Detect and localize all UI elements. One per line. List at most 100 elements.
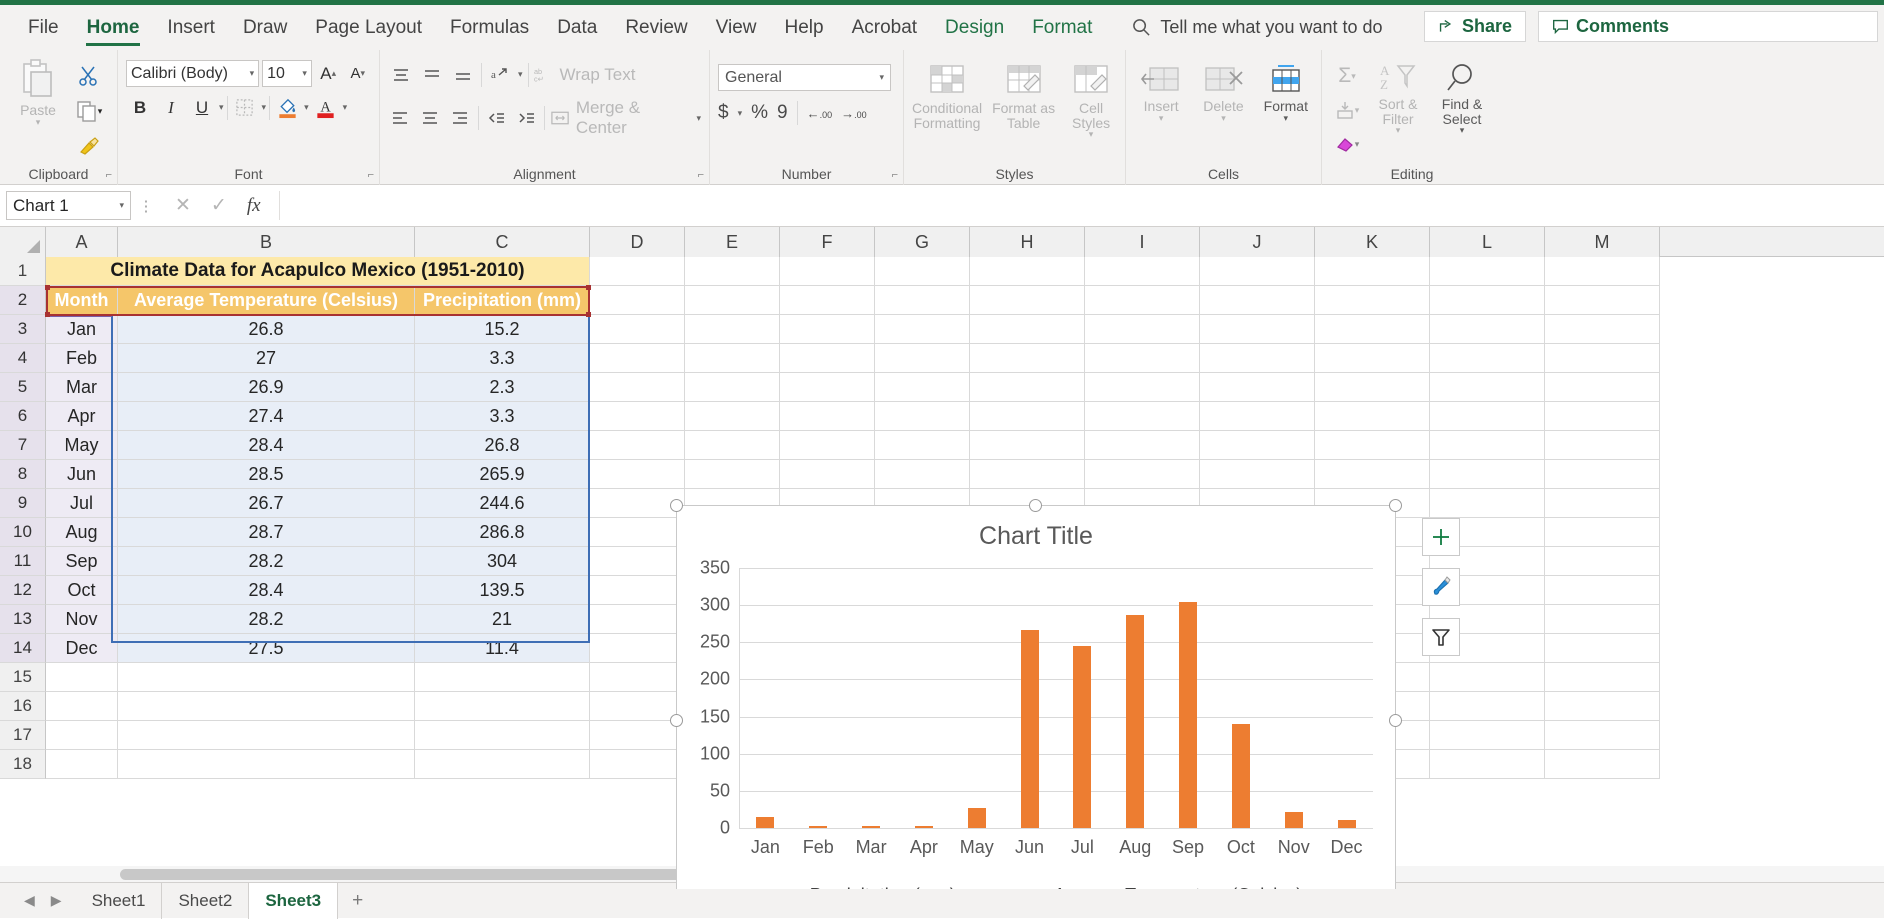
row-header-5[interactable]: 5 — [0, 373, 46, 402]
cell-I2[interactable] — [1085, 286, 1200, 315]
cell-I5[interactable] — [1085, 373, 1200, 402]
legend-item-precipitation[interactable]: Precipitation (mm) — [770, 885, 956, 889]
cell-A17[interactable] — [46, 721, 118, 750]
column-header-C[interactable]: C — [415, 227, 590, 257]
cell-C17[interactable] — [415, 721, 590, 750]
chart-handle-top-right[interactable] — [1389, 499, 1402, 512]
chart-styles-button[interactable] — [1422, 568, 1460, 606]
cell-H1[interactable] — [970, 257, 1085, 286]
cell-M10[interactable] — [1545, 518, 1660, 547]
cell-C2-header-precip[interactable]: Precipitation (mm) — [415, 286, 590, 315]
ribbon-tab-formulas[interactable]: Formulas — [436, 5, 543, 50]
cell-H5[interactable] — [970, 373, 1085, 402]
chart-object[interactable]: Chart Title 350 300 250 200 150 100 50 0… — [676, 505, 1396, 889]
bold-button[interactable]: B — [126, 94, 154, 121]
cell-C8[interactable]: 265.9 — [415, 460, 590, 489]
cell-B13[interactable]: 28.2 — [118, 605, 415, 634]
cell-B4[interactable]: 27 — [118, 344, 415, 373]
cell-D1[interactable] — [590, 257, 685, 286]
sort-filter-button[interactable]: A Z Sort & Filter ▾ — [1368, 60, 1428, 133]
cell-K6[interactable] — [1315, 402, 1430, 431]
font-name-combo[interactable]: Calibri (Body) ▾ — [126, 60, 259, 87]
chevron-down-icon[interactable]: ▾ — [343, 102, 348, 113]
fill-color-button[interactable] — [273, 94, 301, 121]
cell-A1-title[interactable]: Climate Data for Acapulco Mexico (1951-2… — [46, 257, 590, 286]
cell-D17[interactable] — [590, 721, 685, 750]
chart-handle-top-center[interactable] — [1029, 499, 1042, 512]
cell-K7[interactable] — [1315, 431, 1430, 460]
cell-A4[interactable]: Feb — [46, 344, 118, 373]
ribbon-tab-insert[interactable]: Insert — [153, 5, 229, 50]
cell-J8[interactable] — [1200, 460, 1315, 489]
cell-M1[interactable] — [1545, 257, 1660, 286]
cell-B5[interactable]: 26.9 — [118, 373, 415, 402]
cell-M15[interactable] — [1545, 663, 1660, 692]
cell-M2[interactable] — [1545, 286, 1660, 315]
name-box[interactable]: Chart 1 ▾ — [6, 191, 131, 220]
row-header-1[interactable]: 1 — [0, 257, 46, 286]
row-header-17[interactable]: 17 — [0, 721, 46, 750]
row-header-10[interactable]: 10 — [0, 518, 46, 547]
find-select-button[interactable]: Find & Select ▾ — [1432, 60, 1492, 133]
cell-C7[interactable]: 26.8 — [415, 431, 590, 460]
cell-K8[interactable] — [1315, 460, 1430, 489]
cell-M16[interactable] — [1545, 692, 1660, 721]
cell-E6[interactable] — [685, 402, 780, 431]
row-header-6[interactable]: 6 — [0, 402, 46, 431]
cell-M14[interactable] — [1545, 634, 1660, 663]
autosum-button[interactable]: Σ▾ — [1330, 60, 1364, 92]
cell-G2[interactable] — [875, 286, 970, 315]
cell-L9[interactable] — [1430, 489, 1545, 518]
cell-D18[interactable] — [590, 750, 685, 779]
cell-D8[interactable] — [590, 460, 685, 489]
cell-I4[interactable] — [1085, 344, 1200, 373]
cell-E4[interactable] — [685, 344, 780, 373]
column-header-B[interactable]: B — [118, 227, 415, 257]
cell-B17[interactable] — [118, 721, 415, 750]
column-header-I[interactable]: I — [1085, 227, 1200, 257]
cell-I3[interactable] — [1085, 315, 1200, 344]
align-middle-button[interactable] — [419, 62, 445, 87]
align-bottom-button[interactable] — [450, 62, 476, 87]
format-cells-button[interactable]: Format ▾ — [1259, 62, 1313, 121]
cancel-formula-button[interactable]: ✕ — [175, 194, 191, 217]
increase-decimal-button[interactable]: ←.00 — [807, 106, 833, 121]
row-header-7[interactable]: 7 — [0, 431, 46, 460]
cut-button[interactable] — [72, 60, 106, 92]
sheet-nav-prev-icon[interactable]: ◀ — [24, 892, 35, 909]
cell-C12[interactable]: 139.5 — [415, 576, 590, 605]
cell-L1[interactable] — [1430, 257, 1545, 286]
cell-D5[interactable] — [590, 373, 685, 402]
cell-C4[interactable]: 3.3 — [415, 344, 590, 373]
increase-font-size-button[interactable]: A▴ — [315, 60, 342, 87]
cell-M7[interactable] — [1545, 431, 1660, 460]
ribbon-tab-data[interactable]: Data — [543, 5, 611, 50]
cell-G4[interactable] — [875, 344, 970, 373]
ribbon-tab-help[interactable]: Help — [770, 5, 837, 50]
cell-B11[interactable]: 28.2 — [118, 547, 415, 576]
chart-legend[interactable]: Precipitation (mm) Average Temperature (… — [677, 885, 1395, 889]
ribbon-tab-review[interactable]: Review — [611, 5, 701, 50]
cell-G3[interactable] — [875, 315, 970, 344]
cell-A16[interactable] — [46, 692, 118, 721]
cell-B7[interactable]: 28.4 — [118, 431, 415, 460]
cell-M13[interactable] — [1545, 605, 1660, 634]
conditional-formatting-button[interactable]: Conditional Formatting — [912, 62, 982, 130]
paste-button[interactable]: Paste ▾ — [8, 56, 68, 125]
align-right-button[interactable] — [448, 106, 473, 131]
cell-F5[interactable] — [780, 373, 875, 402]
cell-G5[interactable] — [875, 373, 970, 402]
column-header-J[interactable]: J — [1200, 227, 1315, 257]
ribbon-tab-format[interactable]: Format — [1018, 5, 1106, 50]
copy-button[interactable]: ▾ — [72, 95, 106, 127]
ribbon-tab-design[interactable]: Design — [931, 5, 1018, 50]
cell-E5[interactable] — [685, 373, 780, 402]
cell-A12[interactable]: Oct — [46, 576, 118, 605]
cell-B16[interactable] — [118, 692, 415, 721]
cell-D7[interactable] — [590, 431, 685, 460]
cell-A18[interactable] — [46, 750, 118, 779]
ribbon-tab-draw[interactable]: Draw — [229, 5, 301, 50]
cell-L6[interactable] — [1430, 402, 1545, 431]
cell-E1[interactable] — [685, 257, 780, 286]
cell-J4[interactable] — [1200, 344, 1315, 373]
